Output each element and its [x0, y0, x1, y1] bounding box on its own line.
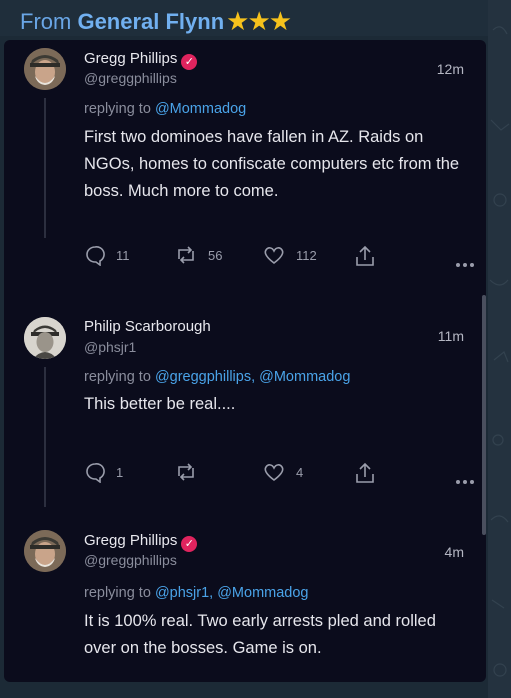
author-handle[interactable]: @phsjr1: [84, 339, 136, 355]
reply-mentions[interactable]: @greggphillips, @Mommadog: [155, 369, 350, 385]
background-pattern: [488, 0, 511, 698]
tweet-actions: 11 56 112: [84, 244, 474, 272]
author-row: Gregg Phillips ✓: [84, 50, 198, 70]
reply-icon: [86, 246, 105, 266]
tweet-time: 12m: [436, 61, 464, 77]
reply-button[interactable]: 11: [84, 244, 130, 266]
header-bar: From General Flynn★★★: [0, 0, 490, 36]
reply-to-line: replying to @Mommadog: [84, 101, 246, 117]
avatar[interactable]: [24, 317, 66, 359]
header-prefix: From: [20, 9, 72, 34]
retweet-icon: [178, 463, 194, 481]
share-button[interactable]: [354, 244, 376, 268]
header-title: From General Flynn★★★: [20, 5, 292, 36]
avatar[interactable]: [24, 530, 66, 572]
thread-line: [44, 98, 46, 238]
tweet-body: This better be real....: [84, 395, 236, 413]
like-icon: [264, 464, 284, 482]
author-row: Gregg Phillips ✓: [84, 532, 198, 552]
tweet-time: 11m: [437, 328, 464, 344]
author-name[interactable]: Gregg Phillips: [84, 532, 177, 549]
share-icon: [356, 462, 374, 483]
like-button[interactable]: 112: [262, 244, 317, 266]
share-icon: [356, 245, 374, 266]
author-handle[interactable]: @greggphillips: [84, 70, 177, 86]
tweet-3: Gregg Phillips ✓ @greggphillips 4m replyi…: [4, 520, 486, 682]
like-button[interactable]: 4: [262, 461, 303, 483]
reply-icon: [86, 463, 105, 483]
stars-icon: ★★★: [226, 6, 292, 36]
reply-prefix: replying to: [84, 101, 151, 117]
author-handle[interactable]: @greggphillips: [84, 552, 177, 568]
tweet-1: Gregg Phillips ✓ @greggphillips 12m reply…: [4, 40, 486, 315]
thread-line: [44, 367, 46, 507]
tweet-actions: 1 4: [84, 461, 474, 489]
author-name[interactable]: Philip Scarborough: [84, 318, 211, 335]
header-name: General Flynn: [77, 9, 225, 34]
reply-count: 11: [116, 247, 130, 263]
like-count: 4: [296, 464, 304, 480]
retweet-button[interactable]: [174, 461, 198, 483]
tweet-body: First two dominoes have fallen in AZ. Ra…: [84, 128, 460, 200]
reply-to-line: replying to @greggphillips, @Mommadog: [84, 369, 350, 385]
reply-mentions[interactable]: @phsjr1, @Mommadog: [155, 585, 309, 601]
share-button[interactable]: [354, 461, 376, 485]
verified-icon: ✓: [181, 54, 198, 70]
retweet-icon: [178, 246, 194, 264]
tweet-thread-card: Gregg Phillips ✓ @greggphillips 12m reply…: [4, 40, 486, 682]
more-icon[interactable]: [453, 471, 474, 489]
reply-mentions[interactable]: @Mommadog: [155, 101, 246, 117]
author-name[interactable]: Gregg Phillips: [84, 50, 177, 67]
tweet-2: Philip Scarborough @phsjr1 11m replying …: [4, 305, 486, 520]
reply-prefix: replying to: [84, 369, 151, 385]
reply-prefix: replying to: [84, 585, 151, 601]
like-count: 112: [296, 247, 317, 263]
author-row: Philip Scarborough: [84, 318, 211, 336]
more-icon[interactable]: [453, 254, 474, 272]
reply-button[interactable]: 1: [84, 461, 123, 483]
tweet-body: It is 100% real. Two early arrests pled …: [84, 612, 436, 657]
retweet-count: 56: [208, 247, 223, 263]
like-icon: [264, 247, 284, 265]
avatar[interactable]: [24, 48, 66, 90]
retweet-button[interactable]: 56: [174, 244, 222, 266]
tweet-time: 4m: [444, 544, 464, 560]
verified-icon: ✓: [181, 536, 198, 552]
scrollbar[interactable]: [482, 295, 486, 535]
reply-count: 1: [116, 464, 124, 480]
reply-to-line: replying to @phsjr1, @Mommadog: [84, 585, 308, 601]
